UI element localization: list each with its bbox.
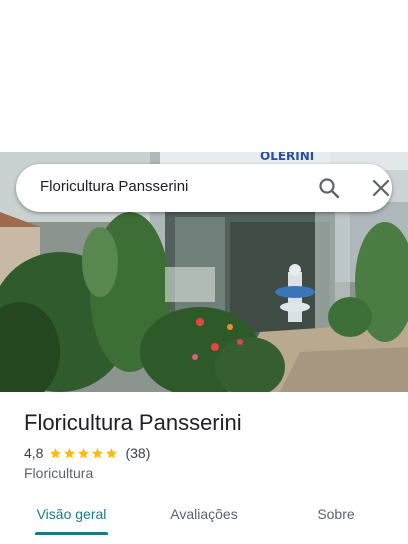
place-title: Floricultura Pansserini — [24, 410, 242, 435]
tab-reviews[interactable]: Avaliações — [164, 506, 244, 522]
star-icon — [92, 447, 104, 458]
svg-text:OLERINI: OLERINI — [260, 152, 314, 163]
star-icon — [106, 447, 118, 458]
search-input[interactable]: Floricultura Pansserini — [40, 178, 188, 195]
active-tab-indicator — [35, 532, 108, 535]
rating-value: 4,8 — [24, 445, 44, 461]
search-icon[interactable] — [318, 177, 340, 199]
tab-bar: Visão geral Avaliações Sobre — [0, 496, 408, 544]
rating-row: 4,8 (38) — [24, 444, 150, 462]
close-icon[interactable] — [370, 177, 392, 199]
tab-about[interactable]: Sobre — [308, 506, 364, 522]
tab-overview[interactable]: Visão geral — [35, 506, 108, 522]
rating-stars — [49, 447, 119, 460]
search-bar[interactable]: Floricultura Pansserini — [16, 164, 392, 212]
star-icon — [50, 447, 62, 458]
blank-top-area — [0, 0, 408, 152]
star-icon — [64, 447, 76, 458]
star-icon — [78, 447, 90, 458]
place-category[interactable]: Floricultura — [24, 465, 93, 481]
reviews-count[interactable]: (38) — [125, 445, 150, 461]
